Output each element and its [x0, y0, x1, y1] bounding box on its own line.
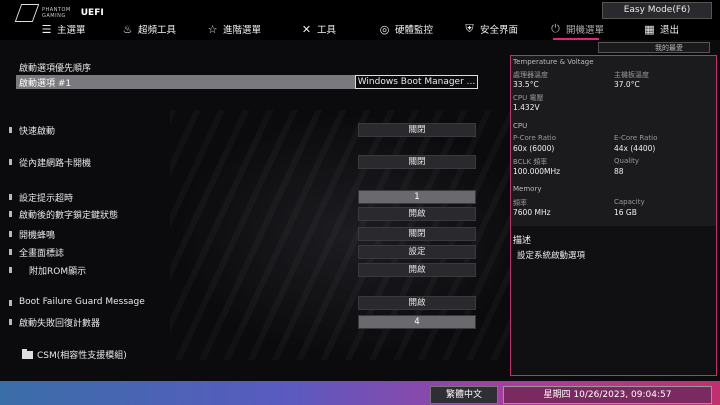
vcore-label: CPU 電壓 [513, 94, 544, 102]
quality-value: 88 [614, 167, 624, 176]
tab-tools-label: 工具 [317, 25, 337, 36]
setup-prompt-value[interactable]: 1 [358, 190, 476, 204]
pcore-label: P-Core Ratio [513, 134, 556, 142]
mem-capacity-label: Capacity [614, 198, 645, 206]
boot-priority-heading: 啟動選項優先順序 [19, 64, 92, 74]
bfgm-value[interactable]: 開啟 [358, 296, 476, 310]
cpu-temp-value: 33.5°C [513, 80, 539, 89]
setting-row-setup-prompt[interactable]: 設定提示超時 1 [0, 190, 500, 204]
row-bullet-icon [9, 300, 12, 306]
star-icon: ☆ [207, 22, 218, 36]
ecore-value: 44x (4400) [614, 144, 656, 153]
cpu-temp-label: 處理器溫度 [513, 71, 548, 79]
mem-freq-value: 7600 MHz [513, 208, 551, 217]
numlock-value[interactable]: 開啟 [358, 207, 476, 221]
memory-heading: Memory [513, 185, 542, 193]
boot-option-1-value[interactable]: Windows Boot Manager ... [355, 75, 478, 89]
shield-icon: ⛨ [465, 22, 474, 35]
row-bullet-icon [9, 319, 12, 325]
tab-exit[interactable]: ▦ 退出 [643, 20, 679, 38]
mb-temp-value: 37.0°C [614, 80, 640, 89]
active-tab-indicator [553, 38, 599, 40]
tools-icon: ✕ [301, 22, 312, 36]
beep-label: 開機蜂鳴 [19, 231, 56, 241]
tab-main-label: 主選單 [57, 25, 86, 36]
addon-rom-label: 附加ROM顯示 [29, 267, 87, 277]
row-bullet-icon [9, 211, 12, 217]
setup-prompt-label: 設定提示超時 [19, 194, 74, 204]
brand-line-2: GAMING [42, 13, 66, 19]
fast-boot-value[interactable]: 關閉 [358, 123, 476, 137]
flame-icon: ♨ [122, 22, 133, 36]
cpu-heading: CPU [513, 122, 528, 130]
pcore-value: 60x (6000) [513, 144, 555, 153]
tab-main[interactable]: ☰ 主選單 [40, 20, 86, 38]
row-bullet-icon [9, 127, 12, 133]
vcore-value: 1.432V [513, 103, 540, 112]
tab-exit-label: 退出 [660, 25, 680, 36]
info-panel: Temperature & Voltage 處理器溫度 33.5°C 主機板溫度… [510, 55, 717, 376]
mem-capacity-value: 16 GB [614, 208, 637, 217]
addon-rom-value[interactable]: 開啟 [358, 263, 476, 277]
favorites-button[interactable]: 我的最愛 [598, 42, 710, 53]
bfgm-label: Boot Failure Guard Message [19, 297, 145, 307]
mb-temp-label: 主機板溫度 [614, 71, 649, 79]
setting-row-full-logo[interactable]: 全畫面標誌 設定 [0, 245, 500, 259]
csm-label: CSM(相容性支援模組) [37, 351, 127, 361]
tab-advanced[interactable]: ☆ 進階選單 [206, 20, 261, 38]
row-bullet-icon [9, 267, 12, 273]
mem-freq-label: 頻率 [513, 199, 527, 207]
date-time-display: 星期四 10/26/2023, 09:04:57 [503, 386, 712, 404]
row-bullet-icon [9, 231, 12, 237]
setting-row-addon-rom[interactable]: 附加ROM顯示 開啟 [0, 263, 500, 277]
tab-tools[interactable]: ✕ 工具 [300, 20, 336, 38]
onboard-lan-value[interactable]: 關閉 [358, 155, 476, 169]
ecore-label: E-Core Ratio [614, 134, 658, 142]
setting-row-bfgm[interactable]: Boot Failure Guard Message 開啟 [0, 296, 500, 310]
power-icon: ⏻ [551, 22, 560, 35]
tab-oc-tweaker[interactable]: ♨ 超頻工具 [121, 20, 176, 38]
numlock-label: 啟動後的數字鎖定鍵狀態 [19, 211, 119, 221]
language-button[interactable]: 繁體中文 [430, 386, 498, 404]
fail-count-value[interactable]: 4 [358, 315, 476, 329]
temp-voltage-heading: Temperature & Voltage [513, 58, 594, 66]
easy-mode-button[interactable]: Easy Mode(F6) [602, 2, 712, 19]
csm-submenu[interactable]: CSM(相容性支援模組) [22, 348, 127, 361]
bclk-label: BCLK 頻率 [513, 158, 548, 166]
description-heading: 描述 [513, 236, 532, 246]
setting-row-numlock[interactable]: 啟動後的數字鎖定鍵狀態 開啟 [0, 207, 500, 221]
menu-list-icon: ☰ [41, 22, 52, 36]
tab-security-label: 安全界面 [480, 25, 519, 36]
monitor-gauge-icon: ◎ [379, 22, 390, 36]
uefi-label: UEFI [80, 8, 104, 18]
row-bullet-icon [9, 194, 12, 200]
tab-boot[interactable]: ⏻ 開機選單 [549, 20, 604, 38]
setting-row-beep[interactable]: 開機蜂鳴 關閉 [0, 227, 500, 241]
tab-hw-monitor[interactable]: ◎ 硬體監控 [378, 20, 433, 38]
folder-icon [22, 348, 33, 359]
tab-boot-label: 開機選單 [566, 25, 605, 36]
boot-option-1-label: 啟動選項 #1 [19, 79, 72, 89]
full-logo-value[interactable]: 設定 [358, 245, 476, 259]
row-bullet-icon [9, 159, 12, 165]
tab-oc-label: 超頻工具 [138, 25, 177, 36]
bclk-value: 100.000MHz [513, 167, 561, 176]
setting-row-onboard-lan[interactable]: 從內建網路卡開機 關閉 [0, 155, 500, 169]
fail-count-label: 啟動失敗回復計數器 [19, 319, 101, 329]
exit-grid-icon: ▦ [644, 22, 655, 36]
main-nav: ☰ 主選單 ♨ 超頻工具 ☆ 進階選單 ✕ 工具 ◎ 硬體監控 ⛨ 安全界面 ⏻… [0, 20, 720, 40]
setting-row-fast-boot[interactable]: 快速啟動 關閉 [0, 123, 500, 137]
row-bullet-icon [9, 249, 12, 255]
beep-value[interactable]: 關閉 [358, 227, 476, 241]
tab-advanced-label: 進階選單 [223, 25, 262, 36]
description-text: 設定系統啟動選項 [517, 251, 586, 261]
tab-hw-monitor-label: 硬體監控 [395, 25, 434, 36]
onboard-lan-label: 從內建網路卡開機 [19, 159, 92, 169]
full-logo-label: 全畫面標誌 [19, 249, 65, 259]
quality-label: Quality [614, 157, 640, 165]
tab-security[interactable]: ⛨ 安全界面 [463, 20, 518, 38]
setting-row-fail-count[interactable]: 啟動失敗回復計數器 4 [0, 315, 500, 329]
fast-boot-label: 快速啟動 [19, 127, 56, 137]
